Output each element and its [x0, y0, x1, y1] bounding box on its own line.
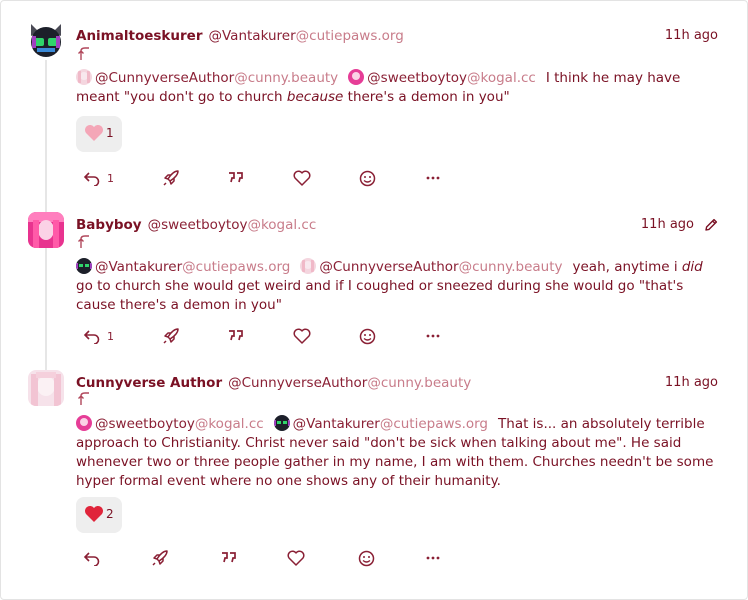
status-content: @Vantakurer@cutiepaws.org @CunnyverseAuth…	[76, 258, 703, 313]
reply-button[interactable]: 1	[83, 166, 114, 190]
emoji-react-button[interactable]	[358, 546, 375, 570]
boost-button[interactable]	[151, 546, 169, 570]
favorite-heart-icon	[293, 170, 311, 186]
quote-icon	[229, 330, 243, 341]
mention-avatar	[273, 415, 290, 431]
more-button[interactable]	[426, 166, 440, 190]
mention-link[interactable]: @CunnyverseAuthor@cunny.beauty	[76, 69, 338, 86]
mention-link[interactable]: @sweetboytoy@kogal.cc	[348, 69, 536, 86]
quote-icon	[229, 172, 243, 183]
status-content: @CunnyverseAuthor@cunny.beauty @sweetboyt…	[76, 69, 681, 105]
author-name[interactable]: Babyboy	[76, 217, 142, 233]
reply-button[interactable]	[83, 546, 101, 570]
author-handle[interactable]: @Vantakurer	[208, 28, 295, 44]
reply-arrow-icon	[78, 235, 90, 253]
emoji-reaction[interactable]: 2	[76, 497, 122, 533]
avatar[interactable]	[28, 22, 64, 58]
more-button[interactable]	[426, 324, 440, 348]
reaction-count: 1	[106, 126, 114, 140]
author-handle[interactable]: @sweetboytoy	[148, 217, 248, 233]
emoji-reaction[interactable]: 1	[76, 116, 122, 152]
author-host[interactable]: @cutiepaws.org	[296, 28, 404, 44]
reply-arrow-icon	[78, 47, 90, 65]
emoji-react-icon	[358, 550, 375, 566]
author-name[interactable]: Animaltoeskurer	[76, 28, 202, 44]
avatar[interactable]	[28, 212, 64, 248]
author-host[interactable]: @kogal.cc	[247, 217, 316, 233]
emoji-react-button[interactable]	[359, 166, 376, 190]
emoji-react-button[interactable]	[359, 324, 376, 348]
mention-link[interactable]: @Vantakurer@cutiepaws.org	[273, 415, 488, 432]
avatar[interactable]	[28, 370, 64, 406]
more-button[interactable]	[426, 546, 440, 570]
reply-arrow-icon	[78, 392, 90, 410]
mention-avatar	[300, 258, 317, 274]
timestamp[interactable]: 11h ago	[665, 375, 718, 390]
reply-button[interactable]: 1	[83, 324, 114, 348]
status-actions: 1	[76, 324, 456, 348]
more-icon	[426, 334, 440, 338]
mention-link[interactable]: @CunnyverseAuthor@cunny.beauty	[300, 258, 563, 275]
quote-button[interactable]	[221, 546, 237, 570]
mention-avatar	[76, 415, 92, 431]
pencil-icon[interactable]	[704, 218, 718, 232]
mention-avatar	[348, 69, 365, 85]
boost-rocket-icon	[163, 328, 179, 344]
mention-avatar	[76, 258, 92, 274]
reaction-count: 2	[106, 507, 114, 521]
heart-icon	[85, 125, 103, 141]
quote-icon	[222, 552, 236, 563]
favorite-button[interactable]	[287, 546, 305, 570]
status-header: Babyboy @sweetboytoy@kogal.cc 11h ago	[76, 217, 718, 237]
status-header: Cunnyverse Author @CunnyverseAuthor@cunny…	[76, 375, 718, 395]
quote-button[interactable]	[228, 324, 244, 348]
boost-button[interactable]	[162, 166, 180, 190]
timestamp[interactable]: 11h ago	[665, 28, 718, 43]
quote-button[interactable]	[228, 166, 244, 190]
mention-avatar	[76, 69, 92, 85]
reply-icon	[83, 552, 100, 566]
favorite-heart-icon	[287, 550, 305, 566]
status-actions: 1	[76, 166, 456, 190]
boost-rocket-icon	[152, 550, 168, 566]
status-header: Animaltoeskurer @Vantakurer@cutiepaws.org…	[76, 28, 718, 48]
favorite-heart-icon	[293, 328, 311, 344]
author-handle[interactable]: @CunnyverseAuthor	[228, 375, 367, 391]
reply-icon	[83, 172, 100, 186]
timestamp[interactable]: 11h ago	[641, 217, 694, 232]
emoji-react-icon	[359, 170, 376, 186]
favorite-button[interactable]	[293, 324, 311, 348]
author-name[interactable]: Cunnyverse Author	[76, 375, 222, 391]
author-host[interactable]: @cunny.beauty	[367, 375, 471, 391]
status-content: @sweetboytoy@kogal.cc @Vantakurer@cutiepa…	[76, 415, 714, 489]
reply-count: 1	[107, 329, 114, 343]
status-actions	[76, 546, 456, 570]
heart-icon	[85, 506, 103, 522]
reply-icon	[83, 330, 100, 344]
more-icon	[426, 556, 440, 560]
mention-link[interactable]: @Vantakurer@cutiepaws.org	[76, 258, 290, 275]
boost-button[interactable]	[162, 324, 180, 348]
favorite-button[interactable]	[293, 166, 311, 190]
mention-link[interactable]: @sweetboytoy@kogal.cc	[76, 415, 264, 432]
more-icon	[426, 176, 440, 180]
boost-rocket-icon	[163, 170, 179, 186]
reply-count: 1	[107, 171, 114, 185]
emoji-react-icon	[359, 328, 376, 344]
